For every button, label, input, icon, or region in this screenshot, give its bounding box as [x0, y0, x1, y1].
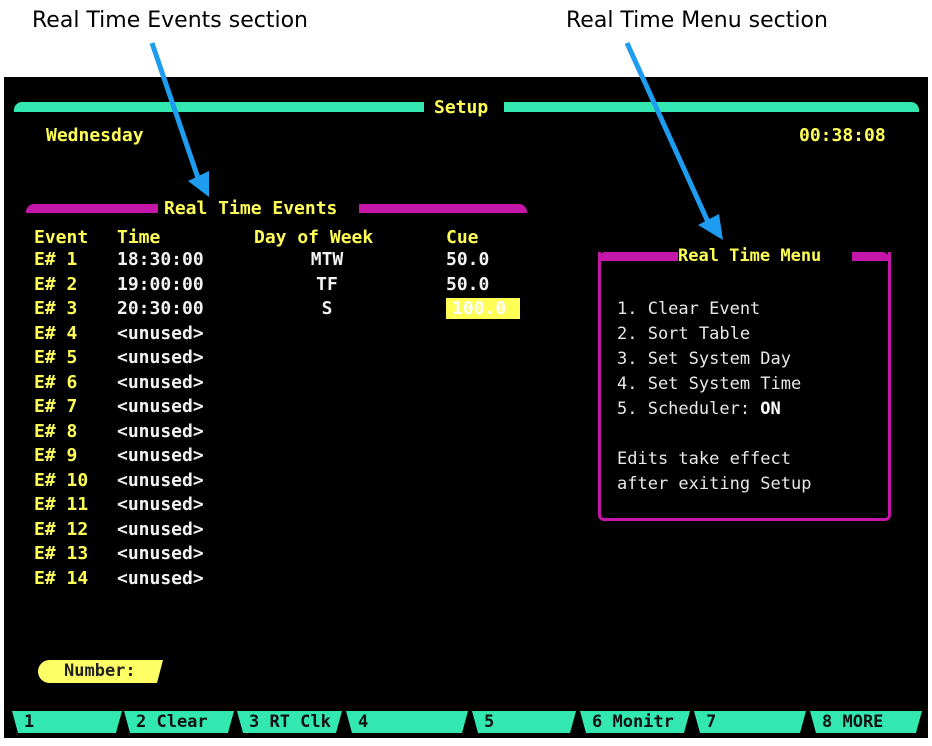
event-time: <unused>: [117, 371, 204, 393]
event-time: 18:30:00: [117, 249, 204, 270]
event-id: E# 4: [34, 322, 78, 344]
clock: 00:38:08: [799, 125, 886, 146]
function-key-3[interactable]: 3 RT Clk: [237, 711, 342, 733]
menu-item-clear-event[interactable]: 1. Clear Event: [617, 297, 811, 322]
scheduler-value: ON: [760, 399, 781, 419]
event-cue-selected[interactable]: 100.0: [446, 298, 520, 319]
event-id: E# 14: [34, 567, 89, 589]
event-days: MTW: [310, 249, 344, 270]
menu-note-line1: Edits take effect: [617, 449, 791, 469]
table-row[interactable]: E# 8 <unused>: [4, 421, 604, 443]
menu-note-line2: after exiting Setup: [617, 474, 812, 494]
event-time: 19:00:00: [117, 273, 204, 295]
event-time: <unused>: [117, 543, 204, 564]
column-event: Event: [34, 227, 89, 248]
events-header-row: Event Time Day of Week Cue: [4, 227, 604, 249]
event-time: <unused>: [117, 567, 204, 589]
menu-item-set-system-day[interactable]: 3. Set System Day: [617, 347, 811, 372]
event-time: <unused>: [117, 445, 204, 466]
table-row[interactable]: E# 6 <unused>: [4, 372, 604, 394]
setup-title: Setup: [434, 97, 489, 118]
event-time: <unused>: [117, 396, 204, 417]
event-id: E# 8: [34, 420, 78, 442]
event-time: <unused>: [117, 322, 204, 344]
event-id: E# 6: [34, 371, 78, 393]
event-id: E# 3: [34, 298, 78, 319]
number-prompt-label: Number:: [64, 661, 136, 681]
function-key-8[interactable]: 8 MORE: [810, 711, 922, 733]
event-time: <unused>: [117, 469, 204, 491]
event-id: E# 12: [34, 518, 89, 540]
menu-item-sort-table[interactable]: 2. Sort Table: [617, 322, 811, 347]
event-time: <unused>: [117, 347, 204, 368]
function-key-2[interactable]: 2 Clear: [124, 711, 234, 733]
day-label: Wednesday: [46, 125, 144, 146]
event-id: E# 13: [34, 543, 89, 564]
function-key-6[interactable]: 6 Monitr: [580, 711, 690, 733]
event-time: 20:30:00: [117, 298, 204, 319]
event-id: E# 10: [34, 469, 89, 491]
menu-item-scheduler[interactable]: 5. Scheduler: ON: [617, 397, 811, 422]
table-row[interactable]: E# 2 19:00:00 TF 50.0: [4, 274, 604, 296]
event-id: E# 1: [34, 249, 78, 270]
table-row[interactable]: E# 5 <unused>: [4, 347, 604, 369]
header-bar-left: [14, 102, 424, 112]
table-row[interactable]: E# 10 <unused>: [4, 470, 604, 492]
menu-item-set-system-time[interactable]: 4. Set System Time: [617, 372, 811, 397]
function-key-7[interactable]: 7: [694, 711, 806, 733]
column-cue: Cue: [446, 227, 479, 248]
header-bar-right: [504, 102, 919, 112]
number-input[interactable]: Number:: [38, 660, 163, 683]
caption-menu: Real Time Menu section: [566, 8, 828, 33]
menu-list: 1. Clear Event 2. Sort Table 3. Set Syst…: [617, 297, 811, 497]
caption-events: Real Time Events section: [32, 8, 308, 33]
event-time: <unused>: [117, 518, 204, 540]
event-time: <unused>: [117, 420, 204, 442]
event-time: <unused>: [117, 494, 204, 515]
table-row[interactable]: E# 12 <unused>: [4, 519, 604, 541]
scheduler-label: 5. Scheduler:: [617, 399, 761, 419]
event-days: S: [321, 298, 333, 319]
table-row[interactable]: E# 14 <unused>: [4, 568, 604, 590]
events-bar-left: [26, 204, 158, 213]
event-cue: 50.0: [446, 273, 490, 295]
event-days: TF: [316, 273, 338, 295]
events-title: Real Time Events: [164, 198, 338, 219]
column-time: Time: [117, 227, 161, 248]
table-row[interactable]: E# 9 <unused>: [4, 445, 604, 467]
table-row[interactable]: E# 11 <unused>: [4, 494, 604, 516]
function-key-1[interactable]: 1: [12, 711, 122, 733]
event-id: E# 2: [34, 273, 78, 295]
event-id: E# 7: [34, 396, 78, 417]
function-key-4[interactable]: 4: [346, 711, 468, 733]
function-key-5[interactable]: 5: [472, 711, 576, 733]
table-row[interactable]: E# 4 <unused>: [4, 323, 604, 345]
event-id: E# 9: [34, 445, 78, 466]
terminal-screen: Setup Wednesday 00:38:08 Real Time Event…: [4, 77, 928, 738]
event-id: E# 11: [34, 494, 89, 515]
events-bar-right: [359, 204, 527, 213]
event-id: E# 5: [34, 347, 78, 368]
table-row[interactable]: E# 7 <unused>: [4, 396, 604, 418]
table-row[interactable]: E# 1 18:30:00 MTW 50.0: [4, 249, 604, 271]
table-row[interactable]: E# 3 20:30:00 S 100.0: [4, 298, 604, 320]
column-day-of-week: Day of Week: [254, 227, 374, 248]
table-row[interactable]: E# 13 <unused>: [4, 543, 604, 565]
event-cue: 50.0: [446, 249, 490, 270]
